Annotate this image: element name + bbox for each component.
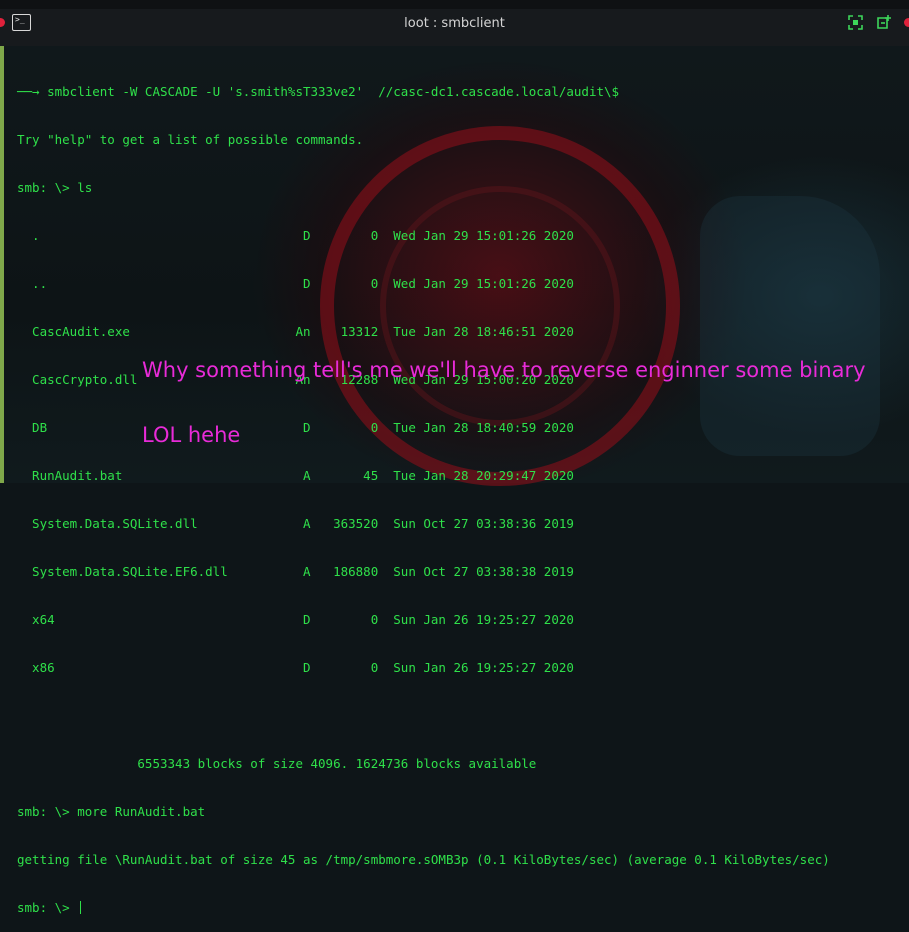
top-strip [0, 0, 909, 9]
listing-row: .. D 0 Wed Jan 29 15:01:26 2020 [17, 276, 574, 291]
right-close-dot[interactable] [904, 18, 909, 27]
listing-row: System.Data.SQLite.EF6.dll A 186880 Sun … [17, 564, 574, 579]
listing-row: RunAudit.bat A 45 Tue Jan 28 20:29:47 20… [17, 468, 574, 483]
active-prompt-line[interactable]: smb: \> [17, 900, 830, 916]
prompt-line: smb: \> ls [17, 180, 93, 195]
listing-row: CascAudit.exe An 13312 Tue Jan 28 18:46:… [17, 324, 574, 339]
listing-row: System.Data.SQLite.dll A 363520 Sun Oct … [17, 516, 574, 531]
listing-row: x86 D 0 Sun Jan 26 19:25:27 2020 [17, 660, 574, 675]
terminal-output: ──→ smbclient -W CASCADE -U 's.smith%sT3… [17, 52, 830, 932]
annotation-text: Why something tell's me we'll have to re… [142, 358, 866, 382]
new-tab-icon[interactable] [876, 15, 891, 30]
window-title: loot : smbclient [404, 16, 505, 31]
terminal-left-border [0, 46, 4, 483]
output-line: getting file \RunAudit.bat of size 45 as… [17, 852, 830, 867]
output-line: Try "help" to get a list of possible com… [17, 132, 364, 147]
prompt-line: smb: \> more RunAudit.bat [17, 804, 206, 819]
listing-row: . D 0 Wed Jan 29 15:01:26 2020 [17, 228, 574, 243]
maximize-icon[interactable] [848, 15, 863, 30]
listing-row: x64 D 0 Sun Jan 26 19:25:27 2020 [17, 612, 574, 627]
listing-row: DB D 0 Tue Jan 28 18:40:59 2020 [17, 420, 574, 435]
prompt-command-line: ──→ smbclient -W CASCADE -U 's.smith%sT3… [17, 84, 620, 99]
title-bar: >_ loot : smbclient [0, 0, 909, 46]
annotation-text: LOL hehe [142, 423, 241, 447]
prompt-text: smb: \> [17, 900, 78, 915]
text-cursor [80, 901, 82, 914]
blocks-summary-line: 6553343 blocks of size 4096. 1624736 blo… [17, 756, 537, 771]
